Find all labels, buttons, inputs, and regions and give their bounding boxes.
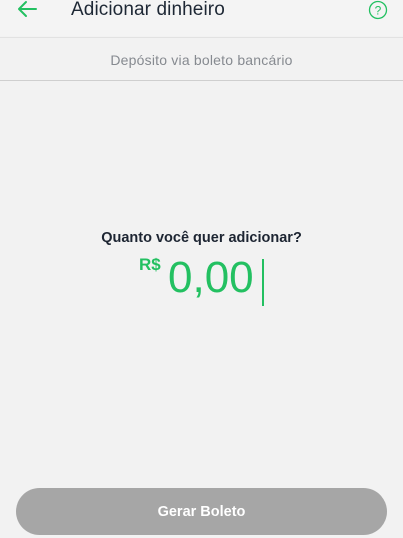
page-title: Adicionar dinheiro [71,0,225,20]
currency-symbol: R$ [139,255,161,274]
back-arrow-icon[interactable] [14,0,40,20]
deposit-method-bar: Depósito via boleto bancário [0,37,403,81]
generate-boleto-button[interactable]: Gerar Boleto [16,488,387,535]
amount-question: Quanto você quer adicionar? [101,230,302,246]
text-cursor [262,259,264,306]
app-bar: Adicionar dinheiro ? [0,0,403,36]
amount-input[interactable] [168,252,268,304]
help-icon[interactable]: ? [368,0,388,20]
svg-text:?: ? [375,4,382,18]
deposit-method-label: Depósito via boleto bancário [110,52,293,68]
